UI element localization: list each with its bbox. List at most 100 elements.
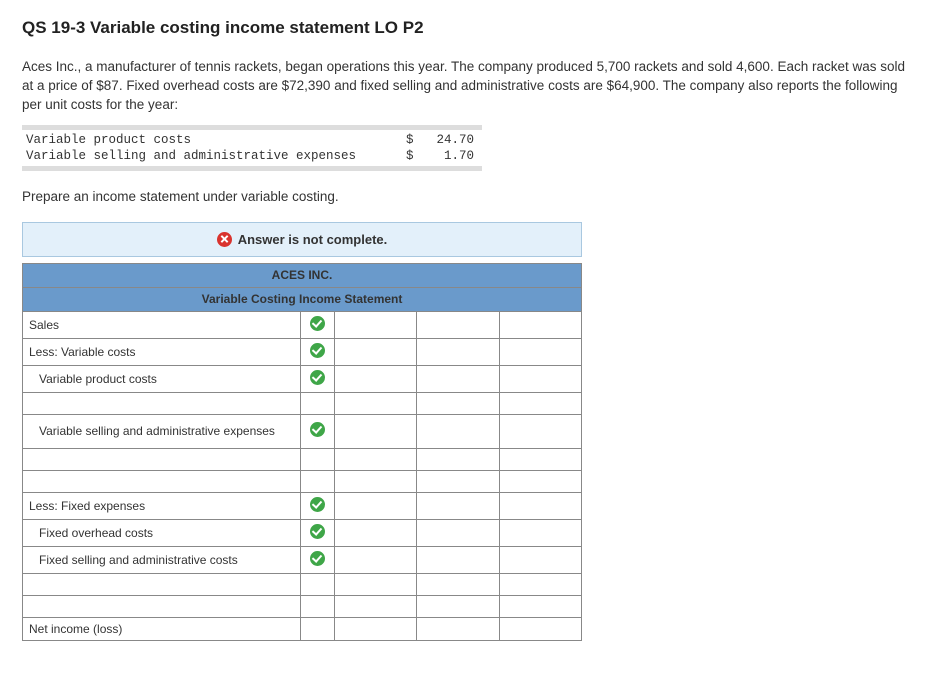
amount-cell[interactable] xyxy=(335,546,417,573)
amount-cell[interactable] xyxy=(499,365,581,392)
check-cell xyxy=(301,392,335,414)
unit-cost-value: 24.70 xyxy=(420,133,474,147)
unit-cost-row: Variable product costs $ 24.70 xyxy=(22,132,915,148)
amount-cell[interactable] xyxy=(335,470,417,492)
check-cell xyxy=(301,365,335,392)
row-label[interactable]: Less: Variable costs xyxy=(23,338,301,365)
status-text: Answer is not complete. xyxy=(238,232,388,247)
table-row xyxy=(23,392,582,414)
check-cell xyxy=(301,492,335,519)
amount-cell[interactable] xyxy=(499,414,581,448)
problem-intro: Aces Inc., a manufacturer of tennis rack… xyxy=(22,58,915,115)
amount-cell[interactable] xyxy=(417,365,499,392)
amount-cell[interactable] xyxy=(335,365,417,392)
instruction: Prepare an income statement under variab… xyxy=(22,189,915,204)
amount-cell[interactable] xyxy=(417,414,499,448)
currency-symbol: $ xyxy=(406,133,420,147)
check-icon xyxy=(310,343,325,358)
divider xyxy=(22,125,482,130)
amount-cell[interactable] xyxy=(335,311,417,338)
row-label[interactable] xyxy=(23,448,301,470)
amount-cell[interactable] xyxy=(417,311,499,338)
row-label[interactable]: Variable product costs xyxy=(23,365,301,392)
row-label[interactable] xyxy=(23,595,301,617)
amount-cell[interactable] xyxy=(335,492,417,519)
amount-cell[interactable] xyxy=(417,519,499,546)
unit-cost-label: Variable selling and administrative expe… xyxy=(26,149,406,163)
check-cell xyxy=(301,546,335,573)
table-row xyxy=(23,470,582,492)
amount-cell[interactable] xyxy=(499,519,581,546)
company-header: ACES INC. xyxy=(23,263,582,287)
amount-cell[interactable] xyxy=(499,470,581,492)
row-label[interactable]: Net income (loss) xyxy=(23,617,301,640)
amount-cell[interactable] xyxy=(499,573,581,595)
row-label[interactable]: Fixed overhead costs xyxy=(23,519,301,546)
page-title: QS 19-3 Variable costing income statemen… xyxy=(22,18,915,38)
amount-cell[interactable] xyxy=(417,492,499,519)
table-row: Fixed overhead costs xyxy=(23,519,582,546)
unit-cost-label: Variable product costs xyxy=(26,133,406,147)
amount-cell[interactable] xyxy=(499,311,581,338)
amount-cell[interactable] xyxy=(417,470,499,492)
check-cell xyxy=(301,595,335,617)
row-label[interactable]: Variable selling and administrative expe… xyxy=(23,414,301,448)
amount-cell[interactable] xyxy=(335,448,417,470)
unit-cost-value: 1.70 xyxy=(420,149,474,163)
check-cell xyxy=(301,414,335,448)
row-label[interactable]: Fixed selling and administrative costs xyxy=(23,546,301,573)
check-cell xyxy=(301,470,335,492)
amount-cell[interactable] xyxy=(335,414,417,448)
unit-cost-row: Variable selling and administrative expe… xyxy=(22,148,915,164)
error-icon xyxy=(217,232,232,247)
amount-cell[interactable] xyxy=(335,519,417,546)
amount-cell[interactable] xyxy=(335,595,417,617)
amount-cell[interactable] xyxy=(417,546,499,573)
amount-cell[interactable] xyxy=(499,492,581,519)
amount-cell[interactable] xyxy=(417,448,499,470)
statement-header: Variable Costing Income Statement xyxy=(23,287,582,311)
check-cell xyxy=(301,617,335,640)
table-row xyxy=(23,595,582,617)
check-cell xyxy=(301,448,335,470)
amount-cell[interactable] xyxy=(417,573,499,595)
check-icon xyxy=(310,316,325,331)
row-label[interactable] xyxy=(23,470,301,492)
row-label[interactable]: Less: Fixed expenses xyxy=(23,492,301,519)
table-row: Less: Variable costs xyxy=(23,338,582,365)
table-row xyxy=(23,573,582,595)
check-icon xyxy=(310,497,325,512)
amount-cell[interactable] xyxy=(499,392,581,414)
amount-cell[interactable] xyxy=(417,595,499,617)
amount-cell[interactable] xyxy=(417,392,499,414)
amount-cell[interactable] xyxy=(335,338,417,365)
amount-cell[interactable] xyxy=(335,573,417,595)
currency-symbol: $ xyxy=(406,149,420,163)
amount-cell[interactable] xyxy=(335,617,417,640)
amount-cell[interactable] xyxy=(499,448,581,470)
table-row: Fixed selling and administrative costs xyxy=(23,546,582,573)
amount-cell[interactable] xyxy=(335,392,417,414)
table-row: Sales xyxy=(23,311,582,338)
unit-cost-panel: Variable product costs $ 24.70 Variable … xyxy=(22,125,915,171)
row-label[interactable] xyxy=(23,573,301,595)
row-label[interactable] xyxy=(23,392,301,414)
amount-cell[interactable] xyxy=(499,617,581,640)
amount-cell[interactable] xyxy=(417,617,499,640)
row-label[interactable]: Sales xyxy=(23,311,301,338)
check-icon xyxy=(310,524,325,539)
table-row: Net income (loss) xyxy=(23,617,582,640)
check-cell xyxy=(301,573,335,595)
table-row xyxy=(23,448,582,470)
check-cell xyxy=(301,338,335,365)
check-cell xyxy=(301,519,335,546)
check-cell xyxy=(301,311,335,338)
amount-cell[interactable] xyxy=(499,338,581,365)
table-row: Less: Fixed expenses xyxy=(23,492,582,519)
amount-cell[interactable] xyxy=(499,546,581,573)
check-icon xyxy=(310,422,325,437)
amount-cell[interactable] xyxy=(417,338,499,365)
table-row: Variable selling and administrative expe… xyxy=(23,414,582,448)
amount-cell[interactable] xyxy=(499,595,581,617)
check-icon xyxy=(310,551,325,566)
